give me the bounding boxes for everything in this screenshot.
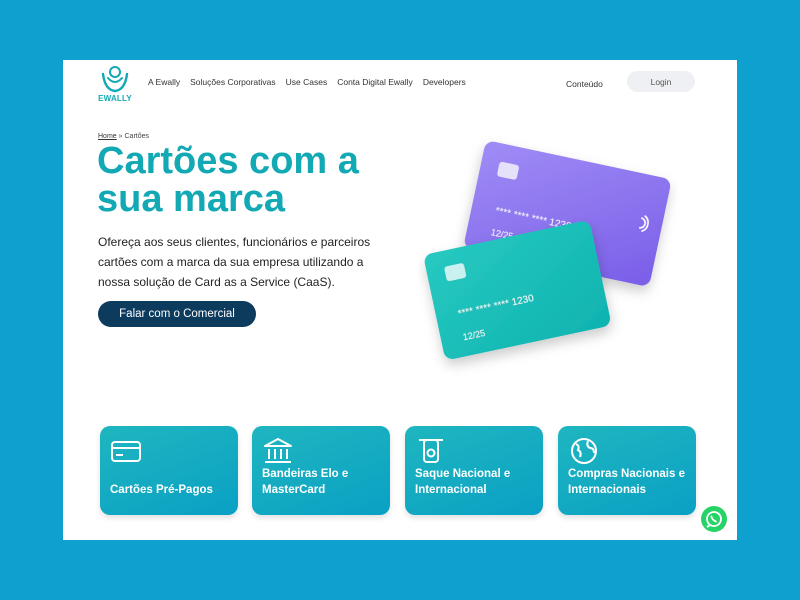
breadcrumb: Home » Cartões — [98, 133, 149, 140]
logo-mark-icon — [101, 66, 129, 93]
breadcrumb-separator: » — [118, 133, 123, 140]
whatsapp-icon — [706, 511, 722, 528]
nav-item-developers[interactable]: Developers — [423, 77, 466, 87]
globe-icon — [571, 438, 597, 464]
page-title: Cartões com a sua marca — [97, 140, 359, 220]
contact-sales-button[interactable]: Falar com o Comercial — [98, 301, 256, 327]
feature-label: Saque Nacional e Internacional — [415, 468, 511, 496]
credit-card-icon — [111, 441, 141, 462]
nav-item-conteudo[interactable]: Conteúdo — [566, 79, 603, 89]
feature-elo-mastercard[interactable]: Bandeiras Elo e MasterCard — [252, 426, 390, 515]
page: EWALLY A Ewally Soluções Corporativas Us… — [63, 60, 737, 540]
feature-label: Compras Nacionais e Internacionais — [568, 468, 685, 496]
feature-label: Cartões Pré-Pagos — [110, 484, 213, 496]
withdraw-icon — [419, 439, 443, 463]
main-nav: A Ewally Soluções Corporativas Use Cases… — [148, 77, 466, 87]
nav-item-a-ewally[interactable]: A Ewally — [148, 77, 180, 87]
feature-prepaid-cards[interactable]: Cartões Pré-Pagos — [100, 426, 238, 515]
nav-item-solucoes-corporativas[interactable]: Soluções Corporativas — [190, 77, 276, 87]
breadcrumb-current: Cartões — [124, 133, 150, 140]
bank-icon — [264, 438, 292, 463]
feature-label: Bandeiras Elo e MasterCard — [262, 468, 349, 496]
teal-card: **** **** **** 1230 12/25 — [424, 221, 611, 359]
login-button[interactable]: Login — [627, 71, 695, 92]
whatsapp-button[interactable] — [701, 506, 727, 532]
cards-illustration: **** **** **** 1230 12/25 **** **** ****… — [424, 141, 671, 359]
ewally-logo[interactable]: EWALLY — [98, 64, 132, 104]
feature-purchases[interactable]: Compras Nacionais e Internacionais — [558, 426, 696, 515]
nav-item-conta-digital[interactable]: Conta Digital Ewally — [337, 77, 413, 87]
nav-item-use-cases[interactable]: Use Cases — [286, 77, 328, 87]
hero-description: Ofereça aos seus clientes, funcionários … — [98, 235, 371, 289]
logo-text: EWALLY — [98, 94, 132, 103]
feature-withdrawal[interactable]: Saque Nacional e Internacional — [405, 426, 543, 515]
breadcrumb-home-link[interactable]: Home — [98, 133, 117, 140]
